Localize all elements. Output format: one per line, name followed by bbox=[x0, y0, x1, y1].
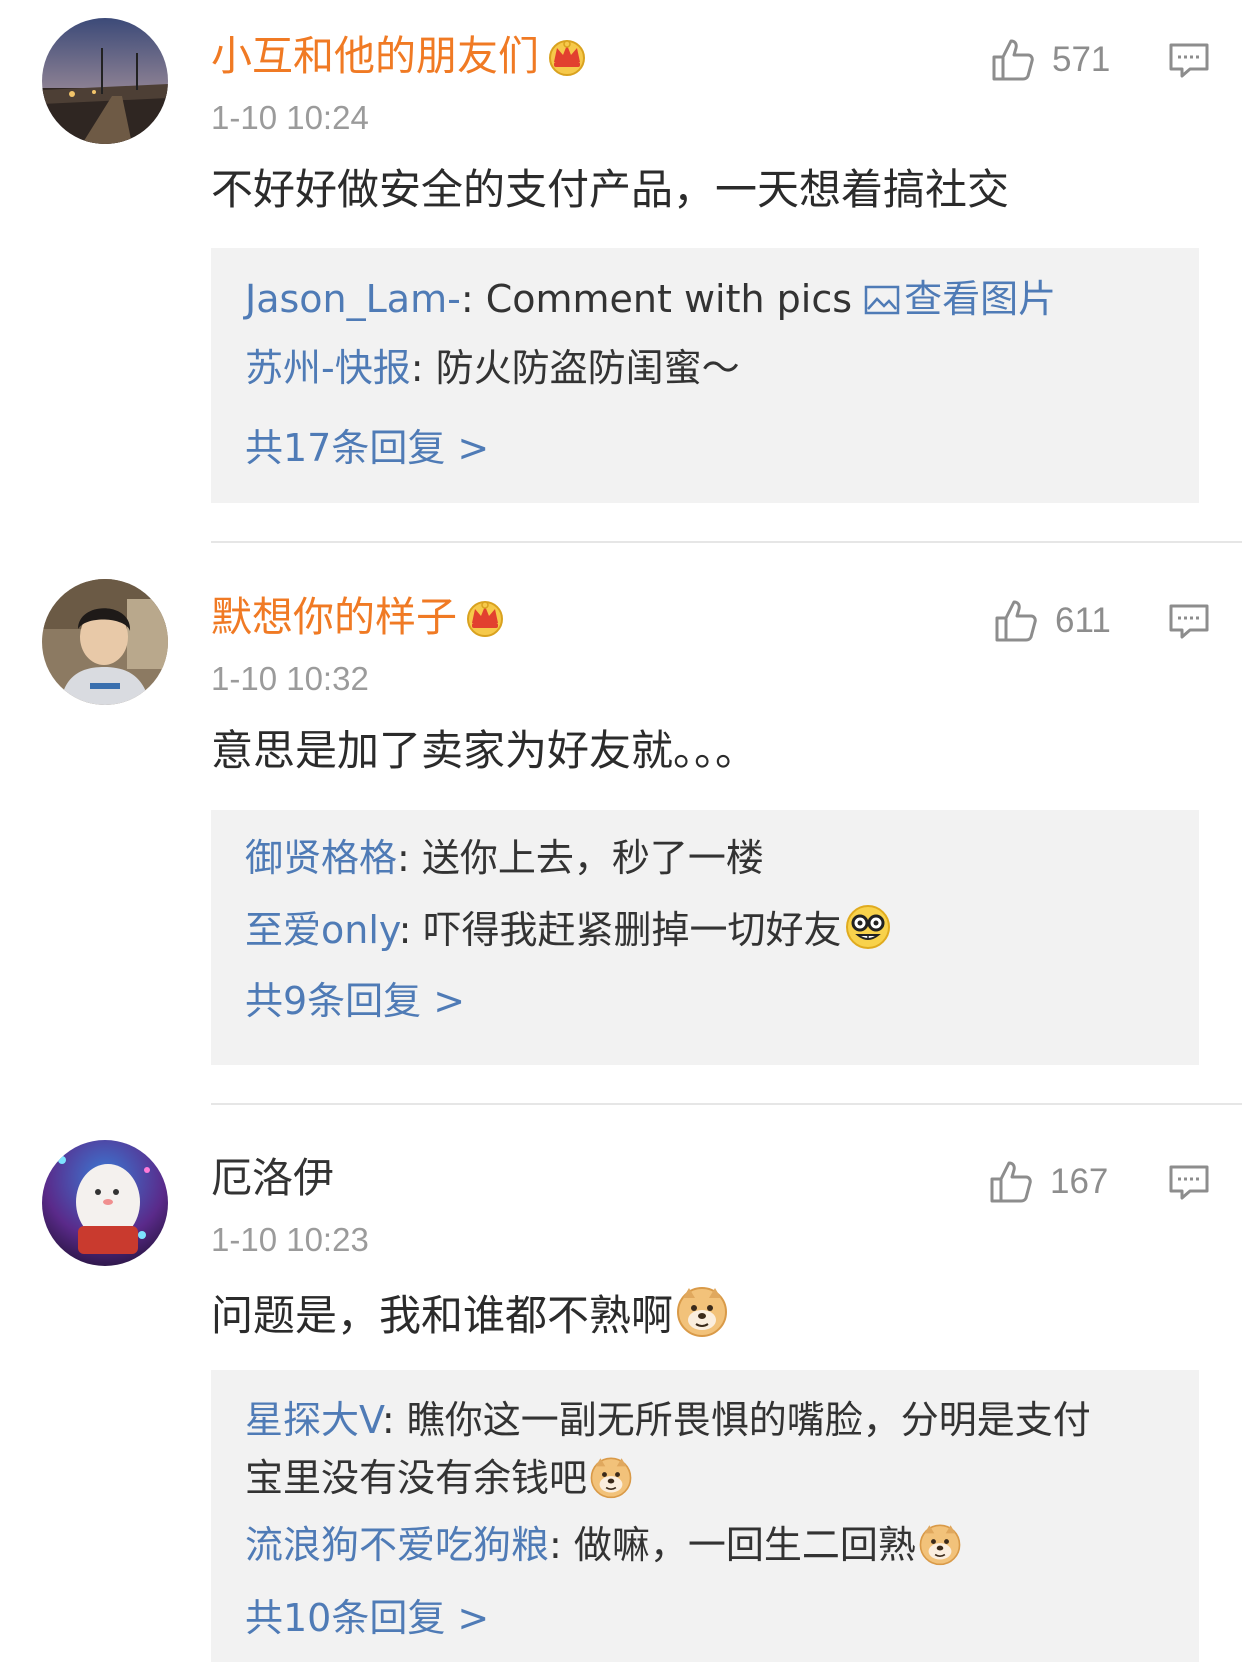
reply-line: 苏州-快报: 防火防盗防闺蜜～ bbox=[245, 346, 740, 390]
comment-text: 意思是加了卖家为好友就。。。 bbox=[211, 726, 758, 775]
view-image-link[interactable]: 查看图片 bbox=[864, 277, 1056, 321]
like-count: 571 bbox=[1052, 40, 1111, 79]
avatar[interactable] bbox=[42, 579, 168, 705]
like-button[interactable]: 611 bbox=[993, 591, 1123, 651]
crown-icon bbox=[463, 597, 507, 649]
reply-username[interactable]: 星探大V bbox=[245, 1398, 382, 1442]
timestamp: 1-10 10:24 bbox=[211, 99, 369, 136]
comment-bubble-icon[interactable] bbox=[1168, 42, 1210, 80]
crown-icon bbox=[545, 36, 589, 88]
more-replies-link[interactable]: 共10条回复 > bbox=[245, 1591, 489, 1645]
doge-emoji bbox=[589, 1455, 633, 1513]
like-count: 167 bbox=[1050, 1162, 1109, 1201]
reply-line: 星探大V: 瞧你这一副无所畏惧的嘴脸，分明是支付 bbox=[245, 1398, 1091, 1442]
reply-line: 流浪狗不爱吃狗粮: 做嘛，一回生二回熟 bbox=[245, 1518, 962, 1580]
thumbs-up-icon bbox=[995, 600, 1037, 642]
avatar[interactable] bbox=[42, 1140, 168, 1266]
username[interactable]: 默想你的样子 bbox=[211, 591, 507, 649]
like-count: 611 bbox=[1055, 601, 1111, 640]
like-button[interactable]: 571 bbox=[990, 30, 1120, 90]
comment-item: 小互和他的朋友们 571 1-10 10:24 不好好做安全的支付产品，一天想着… bbox=[0, 0, 1242, 543]
divider bbox=[211, 541, 1242, 543]
comment-item: 厄洛伊 167 1-10 10:23 问题是，我和谁都不熟啊 星探大V: 瞧你这… bbox=[0, 1122, 1242, 1662]
doge-emoji bbox=[675, 1284, 729, 1352]
reply-preview[interactable]: 星探大V: 瞧你这一副无所畏惧的嘴脸，分明是支付 宝里没有没有余钱吧 流浪狗不爱… bbox=[211, 1370, 1199, 1662]
reply-username[interactable]: 御贤格格 bbox=[245, 836, 397, 880]
divider bbox=[211, 1103, 1242, 1105]
image-icon bbox=[864, 285, 900, 315]
thumbs-up-icon bbox=[990, 1161, 1032, 1203]
more-replies-link[interactable]: 共9条回复 > bbox=[245, 974, 465, 1028]
avatar[interactable] bbox=[42, 18, 168, 144]
reply-username[interactable]: 流浪狗不爱吃狗粮 bbox=[245, 1523, 549, 1567]
comment-item: 默想你的样子 611 1-10 10:32 意思是加了卖家为好友就。。。 御贤格… bbox=[0, 561, 1242, 1105]
comment-bubble-icon[interactable] bbox=[1168, 1164, 1210, 1202]
timestamp: 1-10 10:23 bbox=[211, 1221, 369, 1258]
comment-text: 问题是，我和谁都不熟啊 bbox=[211, 1284, 729, 1352]
reply-username[interactable]: 苏州-快报 bbox=[245, 346, 411, 390]
reply-line: 至爱only: 吓得我赶紧删掉一切好友 bbox=[245, 903, 892, 965]
username[interactable]: 厄洛伊 bbox=[211, 1152, 334, 1204]
reply-line: 御贤格格: 送你上去，秒了一楼 bbox=[245, 836, 764, 880]
comment-bubble-icon[interactable] bbox=[1168, 603, 1210, 641]
comment-text: 不好好做安全的支付产品，一天想着搞社交 bbox=[211, 165, 1010, 214]
reply-username[interactable]: 至爱only bbox=[245, 908, 399, 952]
like-button[interactable]: 167 bbox=[988, 1152, 1118, 1212]
reply-username[interactable]: Jason_Lam- bbox=[245, 277, 461, 321]
reply-preview[interactable]: Jason_Lam-: Comment with pics 查看图片 苏州-快报… bbox=[211, 248, 1199, 503]
thumbs-up-icon bbox=[992, 39, 1034, 81]
reply-line: 宝里没有没有余钱吧 bbox=[245, 1451, 633, 1513]
more-replies-link[interactable]: 共17条回复 > bbox=[245, 421, 489, 475]
nerd-emoji bbox=[844, 903, 892, 965]
doge-emoji bbox=[918, 1522, 962, 1580]
reply-line: Jason_Lam-: Comment with pics 查看图片 bbox=[245, 277, 1057, 321]
reply-preview[interactable]: 御贤格格: 送你上去，秒了一楼 至爱only: 吓得我赶紧删掉一切好友 共9条回… bbox=[211, 810, 1199, 1065]
username[interactable]: 小互和他的朋友们 bbox=[211, 30, 589, 88]
timestamp: 1-10 10:32 bbox=[211, 660, 369, 697]
